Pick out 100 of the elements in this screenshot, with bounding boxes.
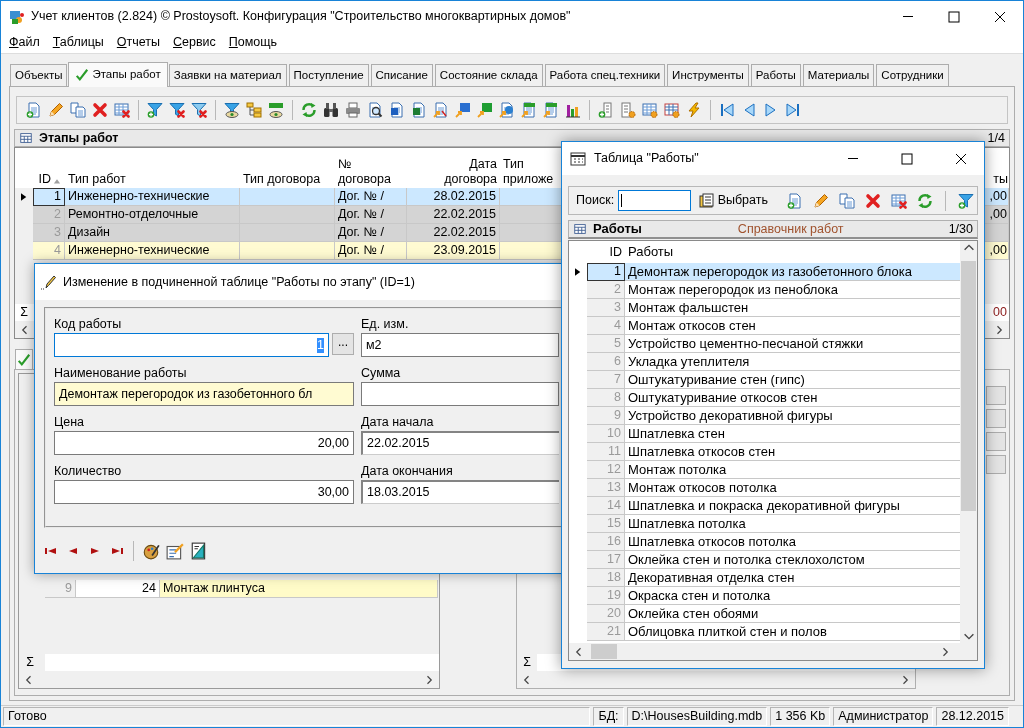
column-header[interactable]: ID [38,171,62,186]
export-spreadsheet-icon[interactable] [477,102,493,118]
input-field[interactable]: 22.02.2015 [361,431,559,455]
filter-add-icon[interactable] [147,102,163,118]
tab[interactable]: Объекты [10,64,68,86]
side-button[interactable] [986,432,1006,451]
table-row[interactable]: 10 Шпатлевка стен [569,425,960,443]
column-header[interactable]: № договора [338,157,391,186]
ruler-document-icon[interactable] [190,542,208,560]
table-delete-icon[interactable] [114,102,130,118]
table-row[interactable]: 5 Устройство цементно-песчаной стяжки [569,335,960,353]
tree-icon[interactable] [246,102,262,118]
table-row[interactable]: 19 Окраска стен и потолка [569,587,960,605]
tab[interactable]: Инструменты [667,64,749,86]
tab[interactable]: Сотрудники [876,64,949,86]
table-row[interactable]: 15 Шпатлевка потолка [569,515,960,533]
scroll-thumb[interactable] [961,261,976,511]
binoculars-icon[interactable] [323,102,339,118]
tab[interactable]: Списание [370,64,433,86]
table-delete-icon[interactable] [891,192,907,209]
add-document-icon[interactable] [26,102,42,118]
table-settings-icon[interactable] [642,102,658,118]
browse-button[interactable]: ... [332,333,354,355]
input-field[interactable]: Демонтаж перегородок из газобетонного бл [54,382,354,406]
table-row[interactable]: 2 Монтаж перегородок из пеноблока [569,281,960,299]
table-row[interactable]: 20 Оклейка стен обоями [569,605,960,623]
copy-icon[interactable] [70,102,86,118]
last-record-icon[interactable] [785,102,801,118]
table-row[interactable]: 14 Шпатлевка и покраска декоративной фигуры [569,497,960,515]
menu-item[interactable]: Сервис [167,35,222,50]
tab[interactable]: Материалы [802,64,875,86]
column-header[interactable]: Дата договора [444,157,497,186]
copy-icon[interactable] [839,192,855,209]
document-settings-icon[interactable] [620,102,636,118]
menu-item[interactable]: Отчеты [110,35,167,50]
input-field[interactable] [361,382,559,406]
word-document-icon[interactable] [389,102,405,118]
add-document-icon[interactable] [787,192,803,209]
menu-item[interactable]: Файл [3,35,46,50]
menu-item[interactable]: Помощь [222,35,284,50]
table-row[interactable]: 16 Шпатлевка откосов потолка [569,533,960,551]
table-row[interactable]: 1 Демонтаж перегородок из газобетонного блока [569,263,960,281]
tab[interactable]: Этапы работ [68,62,168,87]
column-header[interactable]: Тип договора [243,171,321,186]
table-row[interactable]: 18 Декоративная отделка стен [569,569,960,587]
column-header[interactable]: ты [993,171,1008,186]
table-row[interactable]: 21 Облицовка плиткой стен и полов [569,623,960,641]
refresh-icon[interactable] [301,102,317,118]
input-field[interactable]: 20,00 [54,431,354,455]
search-field[interactable] [618,190,691,211]
table-row[interactable]: 8 Оштукатуривание откосов стен [569,389,960,407]
export-csv-icon[interactable] [521,102,537,118]
table-row[interactable]: 4 Монтаж откосов стен [569,317,960,335]
side-button[interactable] [986,386,1006,405]
first-record-icon[interactable] [719,102,735,118]
add-column-icon[interactable] [598,102,614,118]
palette-icon[interactable] [142,542,160,560]
delete-icon[interactable] [92,102,108,118]
printer-icon[interactable] [345,102,361,118]
view-query-icon[interactable] [268,102,284,118]
export-text-icon[interactable] [543,102,559,118]
table-row[interactable]: 6 Укладка утеплителя [569,353,960,371]
tab[interactable]: Поступление [288,64,369,86]
filter-remove-icon[interactable] [169,102,185,118]
id-cell[interactable]: 1 [33,188,65,206]
table-row[interactable]: 9 Устройство декоративной фигуры [569,407,960,425]
column-header[interactable]: Работы [628,244,674,259]
input-field[interactable]: 30,00 [54,480,354,504]
table-row[interactable]: 17 Оклейка стен и потолка стеклохолстом [569,551,960,569]
filter-view-icon[interactable] [224,102,240,118]
columns-settings-icon[interactable] [664,102,680,118]
refresh-icon[interactable] [917,192,933,209]
table-row[interactable]: 3 Монтаж фальшстен [569,299,960,317]
table-row[interactable]: 12 Монтаж потолка [569,461,960,479]
side-button[interactable] [986,455,1006,474]
input-field[interactable]: м2 [361,333,559,357]
table-row[interactable]: 11 Шпатлевка откосов стен [569,443,960,461]
filter-add-icon[interactable] [958,192,974,209]
lightning-icon[interactable] [686,102,702,118]
export-document-icon[interactable] [433,102,449,118]
select-button[interactable]: Выбрать [694,192,772,209]
table-row[interactable]: 7 Оштукатуривание стен (гипс) [569,371,960,389]
table-row[interactable]: 13 Монтаж откосов потолка [569,479,960,497]
chart-icon[interactable] [565,102,581,118]
input-field[interactable]: 18.03.2015 [361,480,559,504]
column-header[interactable]: Тип приложе [503,157,554,186]
tab[interactable]: Состояние склада [434,64,543,86]
print-preview-icon[interactable] [367,102,383,118]
tab[interactable]: Заявки на материал [168,64,287,86]
spreadsheet-icon[interactable] [411,102,427,118]
tab[interactable]: Работа спец.техники [544,64,666,86]
scroll-thumb[interactable] [591,644,617,659]
filter-clear-icon[interactable] [191,102,207,118]
export-word-icon[interactable] [455,102,471,118]
pencil-icon[interactable] [48,102,64,118]
pencil-icon[interactable] [813,192,829,209]
column-header[interactable]: Тип работ [68,171,126,186]
export-web-icon[interactable] [499,102,515,118]
column-header[interactable]: ID [609,245,622,259]
form-edit-icon[interactable] [166,542,184,560]
